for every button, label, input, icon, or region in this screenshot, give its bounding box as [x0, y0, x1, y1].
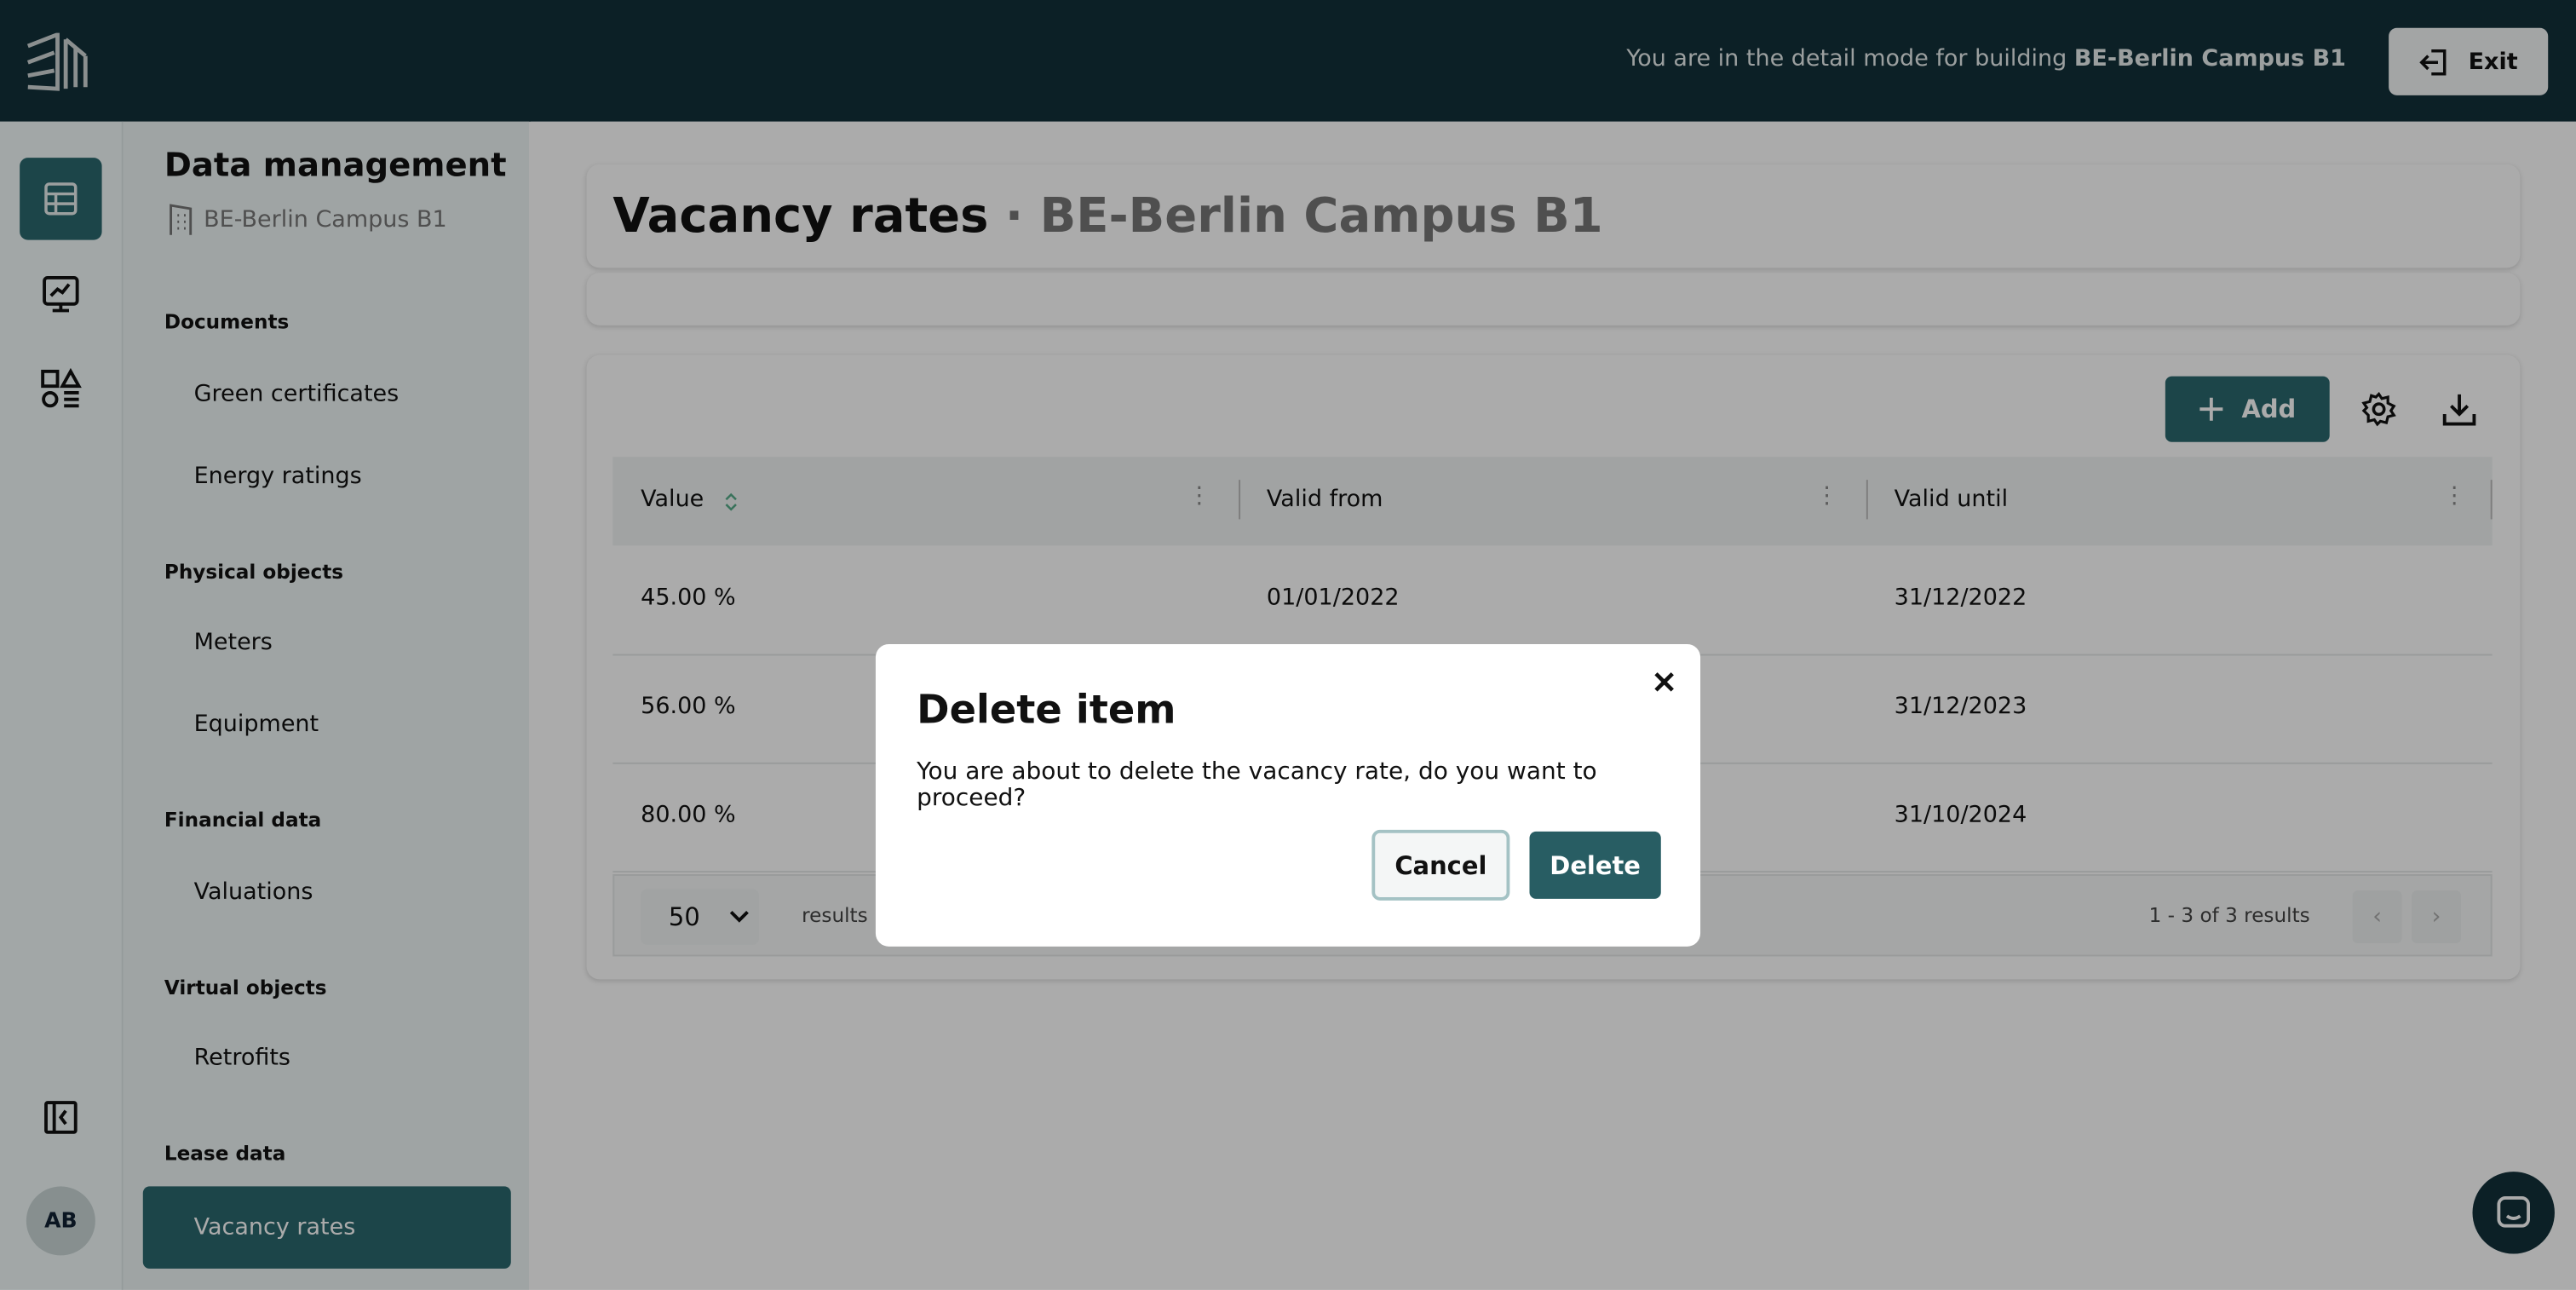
delete-dialog: Delete item You are about to delete the …: [875, 643, 1701, 947]
delete-button[interactable]: Delete: [1529, 831, 1661, 899]
dialog-title: Delete item: [917, 687, 1176, 734]
cancel-button[interactable]: Cancel: [1371, 829, 1510, 901]
close-icon[interactable]: [1653, 671, 1676, 694]
dialog-message: You are about to delete the vacancy rate…: [917, 758, 1597, 812]
